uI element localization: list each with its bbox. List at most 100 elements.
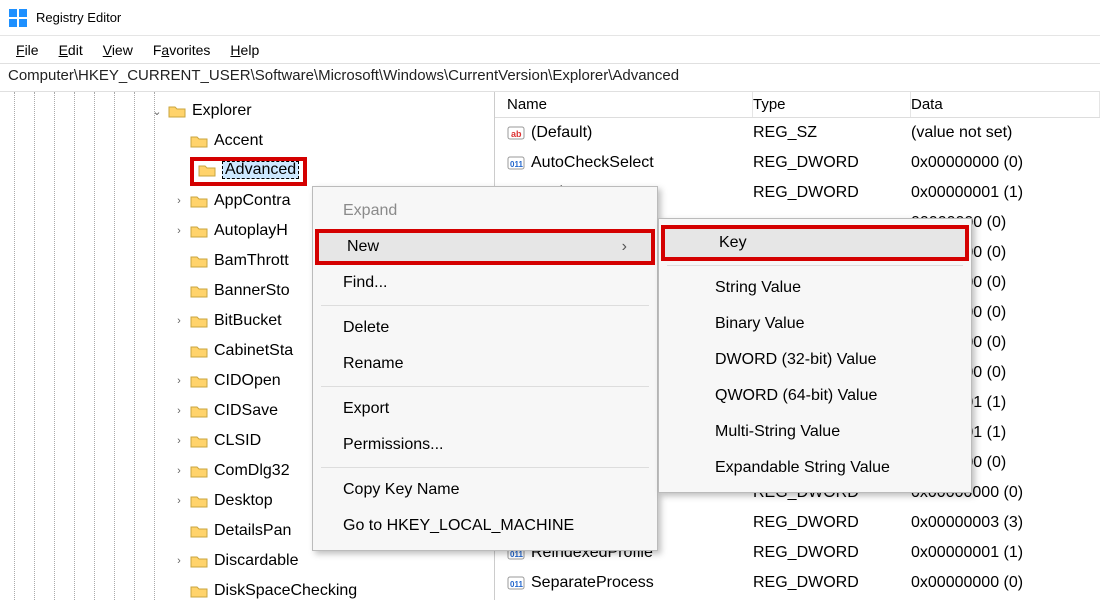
tree-item-label: Explorer bbox=[192, 102, 252, 120]
ctx-delete[interactable]: Delete bbox=[315, 310, 655, 346]
tree-item-label: Discardable bbox=[214, 552, 298, 570]
column-data[interactable]: Data bbox=[911, 92, 1100, 117]
folder-icon bbox=[190, 344, 208, 358]
folder-icon bbox=[190, 434, 208, 448]
folder-icon bbox=[168, 104, 186, 118]
tree-item[interactable]: Advanced bbox=[0, 156, 494, 186]
title-bar: Registry Editor bbox=[0, 0, 1100, 36]
ctx-new-label: New bbox=[347, 238, 379, 256]
menu-edit[interactable]: Edit bbox=[49, 40, 93, 60]
new-multi[interactable]: Multi-String Value bbox=[661, 414, 969, 450]
tree-item-label: CabinetSta bbox=[214, 342, 293, 360]
new-expand[interactable]: Expandable String Value bbox=[661, 450, 969, 486]
separator bbox=[321, 467, 649, 468]
menu-bar: File Edit View Favorites Help bbox=[0, 36, 1100, 64]
menu-view[interactable]: View bbox=[93, 40, 143, 60]
tree-item-label: AutoplayH bbox=[214, 222, 288, 240]
menu-help[interactable]: Help bbox=[220, 40, 269, 60]
value-data: 0x00000000 (0) bbox=[911, 154, 1100, 172]
value-row[interactable]: 011SeparateProcessREG_DWORD0x00000000 (0… bbox=[495, 568, 1100, 598]
submenu-new: Key String Value Binary Value DWORD (32-… bbox=[658, 218, 972, 493]
new-key[interactable]: Key bbox=[661, 225, 969, 261]
regedit-icon bbox=[8, 8, 28, 28]
expand-toggle-icon[interactable] bbox=[172, 225, 186, 237]
ctx-go-hklm[interactable]: Go to HKEY_LOCAL_MACHINE bbox=[315, 508, 655, 544]
folder-icon bbox=[190, 524, 208, 538]
ctx-find[interactable]: Find... bbox=[315, 265, 655, 301]
string-value-icon: ab bbox=[507, 124, 525, 142]
folder-icon bbox=[190, 224, 208, 238]
value-data: 0x00000003 (3) bbox=[911, 514, 1100, 532]
value-list-header[interactable]: Name Type Data bbox=[495, 92, 1100, 118]
tree-item-label: BitBucket bbox=[214, 312, 282, 330]
ctx-permissions[interactable]: Permissions... bbox=[315, 427, 655, 463]
tree-item[interactable]: DiskSpaceChecking bbox=[0, 576, 494, 600]
tree-item-label: Desktop bbox=[214, 492, 273, 510]
expand-toggle-icon[interactable] bbox=[172, 555, 186, 567]
folder-icon bbox=[190, 464, 208, 478]
new-binary[interactable]: Binary Value bbox=[661, 306, 969, 342]
separator bbox=[321, 386, 649, 387]
expand-toggle-icon[interactable] bbox=[172, 405, 186, 417]
menu-favorites[interactable]: Favorites bbox=[143, 40, 221, 60]
tree-item-label: DetailsPan bbox=[214, 522, 291, 540]
ctx-copy-key-name[interactable]: Copy Key Name bbox=[315, 472, 655, 508]
folder-icon bbox=[190, 314, 208, 328]
expand-toggle-icon[interactable] bbox=[172, 435, 186, 447]
folder-icon bbox=[190, 584, 208, 598]
value-type: REG_DWORD bbox=[753, 154, 911, 172]
context-menu: Expand New › Find... Delete Rename Expor… bbox=[312, 186, 658, 551]
folder-icon bbox=[190, 254, 208, 268]
value-name: AutoCheckSelect bbox=[531, 154, 654, 172]
folder-icon bbox=[190, 404, 208, 418]
app-title: Registry Editor bbox=[36, 10, 121, 25]
tree-item-label: BamThrott bbox=[214, 252, 289, 270]
ctx-rename[interactable]: Rename bbox=[315, 346, 655, 382]
expand-toggle-icon[interactable] bbox=[172, 315, 186, 327]
new-dword[interactable]: DWORD (32-bit) Value bbox=[661, 342, 969, 378]
value-data: (value not set) bbox=[911, 124, 1100, 142]
value-type: REG_DWORD bbox=[753, 514, 911, 532]
value-data: 0x00000001 (1) bbox=[911, 184, 1100, 202]
tree-item-label: AppContra bbox=[214, 192, 291, 210]
folder-icon bbox=[190, 284, 208, 298]
folder-icon bbox=[198, 163, 216, 177]
expand-toggle-icon[interactable] bbox=[172, 495, 186, 507]
folder-icon bbox=[190, 494, 208, 508]
svg-text:ab: ab bbox=[511, 129, 522, 139]
binary-value-icon: 011 bbox=[507, 574, 525, 592]
column-name[interactable]: Name bbox=[495, 92, 753, 117]
folder-icon bbox=[190, 554, 208, 568]
value-row[interactable]: 011 AutoCheckSelect REG_DWORD0x00000000 (0… bbox=[495, 148, 1100, 178]
value-type: REG_DWORD bbox=[753, 184, 911, 202]
ctx-new[interactable]: New › bbox=[315, 229, 655, 265]
submenu-arrow-icon: › bbox=[622, 238, 627, 256]
tree-item[interactable]: Accent bbox=[0, 126, 494, 156]
menu-file[interactable]: File bbox=[6, 40, 49, 60]
value-row[interactable]: ab(Default)REG_SZ(value not set) bbox=[495, 118, 1100, 148]
tree-item-label: CIDSave bbox=[214, 402, 278, 420]
binary-value-icon: 011 bbox=[507, 154, 525, 172]
expand-toggle-icon[interactable] bbox=[172, 465, 186, 477]
address-bar[interactable]: Computer\HKEY_CURRENT_USER\Software\Micr… bbox=[0, 64, 1100, 92]
column-type[interactable]: Type bbox=[753, 92, 911, 117]
new-qword[interactable]: QWORD (64-bit) Value bbox=[661, 378, 969, 414]
expand-toggle-icon[interactable] bbox=[150, 105, 164, 118]
value-type: REG_DWORD bbox=[753, 574, 911, 592]
tree-item-label: BannerSto bbox=[214, 282, 290, 300]
svg-text:011: 011 bbox=[510, 160, 523, 169]
ctx-expand: Expand bbox=[315, 193, 655, 229]
new-string[interactable]: String Value bbox=[661, 270, 969, 306]
ctx-export[interactable]: Export bbox=[315, 391, 655, 427]
folder-icon bbox=[190, 194, 208, 208]
svg-text:011: 011 bbox=[510, 580, 523, 589]
expand-toggle-icon[interactable] bbox=[172, 375, 186, 387]
separator bbox=[321, 305, 649, 306]
separator bbox=[667, 265, 963, 266]
expand-toggle-icon[interactable] bbox=[172, 195, 186, 207]
tree-item-label: CLSID bbox=[214, 432, 261, 450]
tree-item-explorer[interactable]: Explorer bbox=[0, 96, 494, 126]
folder-icon bbox=[190, 134, 208, 148]
value-type: REG_SZ bbox=[753, 124, 911, 142]
highlight-selected-tree-item: Advanced bbox=[190, 157, 307, 186]
